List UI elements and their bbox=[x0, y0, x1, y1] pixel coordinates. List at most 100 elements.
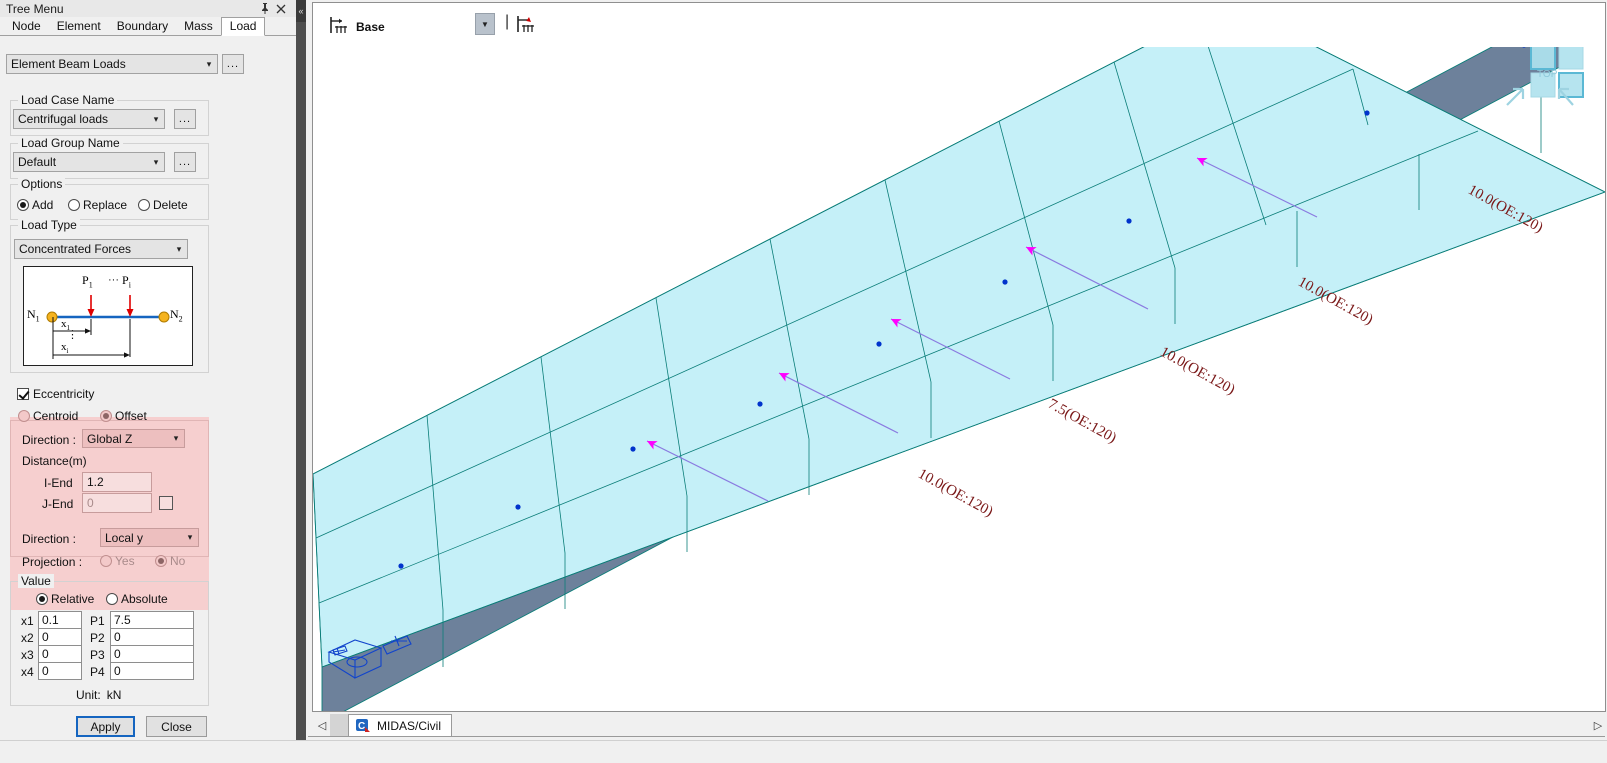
load-case-browse-button[interactable]: ... bbox=[174, 109, 196, 129]
midas-app-icon: C bbox=[355, 718, 371, 734]
load-group-browse-button[interactable]: ... bbox=[174, 152, 196, 172]
close-button[interactable]: Close bbox=[146, 716, 207, 737]
eccentricity-centroid-label: Centroid bbox=[33, 409, 79, 423]
unit-display: Unit: kN bbox=[76, 688, 121, 702]
document-tab-bar bbox=[306, 712, 1607, 742]
chevron-down-icon: ▾ bbox=[187, 532, 193, 542]
eccentricity-offset-radio[interactable]: Offset bbox=[100, 409, 147, 423]
prev-arrow-icon[interactable]: ◁ bbox=[314, 718, 330, 734]
chevron-down-icon: ▾ bbox=[153, 156, 159, 167]
unit-label: Unit: bbox=[76, 688, 101, 702]
value-p1-label: P1 bbox=[90, 614, 105, 628]
projection-yes-radio[interactable]: Yes bbox=[100, 554, 135, 568]
radio-mark-icon bbox=[100, 410, 112, 422]
tab-node[interactable]: Node bbox=[4, 18, 49, 35]
main-area: Base ▼ | 10.0(OE:120) 10.0(OE:120) 10.0(… bbox=[306, 0, 1607, 762]
document-tab-midas-civil[interactable]: C MIDAS/Civil bbox=[348, 714, 453, 736]
value-p2-input[interactable]: 0 bbox=[110, 628, 194, 646]
value-absolute-radio[interactable]: Absolute bbox=[106, 592, 168, 606]
eccentricity-jend-label: J-End bbox=[42, 497, 74, 511]
radio-mark-icon bbox=[18, 410, 30, 422]
function-select[interactable]: Element Beam Loads ▾ bbox=[6, 54, 218, 74]
value-x3-input[interactable]: 0 bbox=[38, 645, 82, 663]
eccentricity-direction-select[interactable]: Global Z ▾ bbox=[82, 429, 185, 448]
eccentricity-checkbox-label: Eccentricity bbox=[33, 387, 95, 401]
load-type-diagram: P1 ··· Pi N1 N2 x1 ⋮ xi bbox=[23, 266, 193, 366]
load-type-group-label: Load Type bbox=[18, 218, 80, 232]
value-x1-input[interactable]: 0.1 bbox=[38, 611, 82, 629]
tab-load[interactable]: Load bbox=[220, 17, 266, 36]
value-p1-input[interactable]: 7.5 bbox=[110, 611, 194, 629]
value-x2-input[interactable]: 0 bbox=[38, 628, 82, 646]
radio-mark-icon bbox=[100, 555, 112, 567]
model-3d-scene bbox=[313, 47, 1605, 711]
view-cube-label: TOP bbox=[1537, 69, 1558, 80]
option-delete[interactable]: Delete bbox=[138, 198, 188, 212]
radio-mark-icon bbox=[17, 199, 29, 211]
options-group-label: Options bbox=[18, 177, 66, 191]
tab-baseline bbox=[308, 736, 1605, 737]
projection-yes-label: Yes bbox=[115, 554, 135, 568]
eccentricity-direction-label: Direction : bbox=[22, 433, 77, 447]
load-type-select[interactable]: Concentrated Forces ▾ bbox=[14, 239, 188, 259]
option-replace[interactable]: Replace bbox=[68, 198, 127, 212]
panel-splitter[interactable]: « bbox=[296, 0, 306, 762]
direction-label: Direction : bbox=[22, 532, 77, 546]
eccentricity-jend-input[interactable]: 0 bbox=[82, 493, 152, 513]
tab-mass[interactable]: Mass bbox=[176, 18, 221, 35]
view-cube-icon[interactable]: TOP bbox=[1493, 47, 1589, 115]
close-icon[interactable] bbox=[276, 4, 292, 14]
diagram-label-p1: P1 bbox=[82, 273, 93, 290]
projection-label: Projection : bbox=[22, 555, 83, 569]
direction-select[interactable]: Local y ▾ bbox=[100, 528, 199, 547]
stage-base-icon[interactable] bbox=[329, 15, 348, 35]
chevron-down-icon: ▾ bbox=[173, 433, 179, 443]
mdi-child-window: Base ▼ | 10.0(OE:120) 10.0(OE:120) 10.0(… bbox=[312, 2, 1606, 712]
eccentricity-iend-input[interactable]: 1.2 bbox=[82, 472, 152, 492]
collapse-panel-icon[interactable]: « bbox=[296, 0, 306, 22]
chevron-down-icon: ▾ bbox=[176, 243, 182, 254]
value-p3-label: P3 bbox=[90, 648, 105, 662]
value-p3-input[interactable]: 0 bbox=[110, 645, 194, 663]
next-arrow-icon[interactable]: ▷ bbox=[1590, 718, 1606, 734]
eccentricity-offset-label: Offset bbox=[115, 409, 147, 423]
value-group-label: Value bbox=[18, 574, 54, 588]
eccentricity-checkbox[interactable]: Eccentricity bbox=[17, 387, 94, 401]
radio-mark-icon bbox=[138, 199, 150, 211]
option-add-label: Add bbox=[32, 198, 54, 212]
option-add[interactable]: Add bbox=[17, 198, 53, 212]
eccentricity-iend-label: I-End bbox=[44, 476, 73, 490]
eccentricity-centroid-radio[interactable]: Centroid bbox=[18, 409, 78, 423]
radio-mark-icon bbox=[106, 593, 118, 605]
toolbar-separator: | bbox=[505, 13, 510, 30]
direction-select-value: Local y bbox=[105, 530, 144, 545]
tree-menu-panel: Tree Menu Node Element Boundary Mass Loa… bbox=[0, 0, 296, 762]
model-viewport[interactable]: 10.0(OE:120) 10.0(OE:120) 10.0(OE:120) 7… bbox=[313, 47, 1605, 711]
projection-no-radio[interactable]: No bbox=[155, 554, 185, 568]
option-delete-label: Delete bbox=[153, 198, 188, 212]
value-x2-label: x2 bbox=[21, 631, 34, 645]
diagram-label-n1: N1 bbox=[27, 307, 40, 324]
load-type-select-value: Concentrated Forces bbox=[19, 242, 132, 256]
apply-button[interactable]: Apply bbox=[76, 716, 135, 737]
stage-dropdown-button[interactable]: ▼ bbox=[475, 13, 495, 35]
stage-active-icon[interactable] bbox=[516, 14, 535, 34]
checkbox-mark-icon bbox=[17, 388, 29, 400]
load-case-select-value: Centrifugal loads bbox=[18, 112, 109, 126]
tab-boundary[interactable]: Boundary bbox=[109, 18, 176, 35]
pin-icon[interactable] bbox=[260, 3, 276, 14]
chevron-down-icon: ▾ bbox=[153, 113, 159, 124]
function-browse-button[interactable]: ... bbox=[222, 54, 244, 74]
eccentricity-jend-checkbox[interactable] bbox=[159, 496, 173, 510]
unit-value: kN bbox=[106, 688, 122, 702]
radio-mark-icon bbox=[36, 593, 48, 605]
tree-menu-titlebar: Tree Menu bbox=[0, 0, 296, 17]
tab-element[interactable]: Element bbox=[49, 18, 109, 35]
value-p4-input[interactable]: 0 bbox=[110, 662, 194, 680]
value-x4-input[interactable]: 0 bbox=[38, 662, 82, 680]
load-case-select[interactable]: Centrifugal loads ▾ bbox=[13, 109, 165, 129]
value-relative-radio[interactable]: Relative bbox=[36, 592, 94, 606]
load-group-select[interactable]: Default ▾ bbox=[13, 152, 165, 172]
chevron-down-icon: ▼ bbox=[481, 19, 489, 29]
value-p2-label: P2 bbox=[90, 631, 105, 645]
